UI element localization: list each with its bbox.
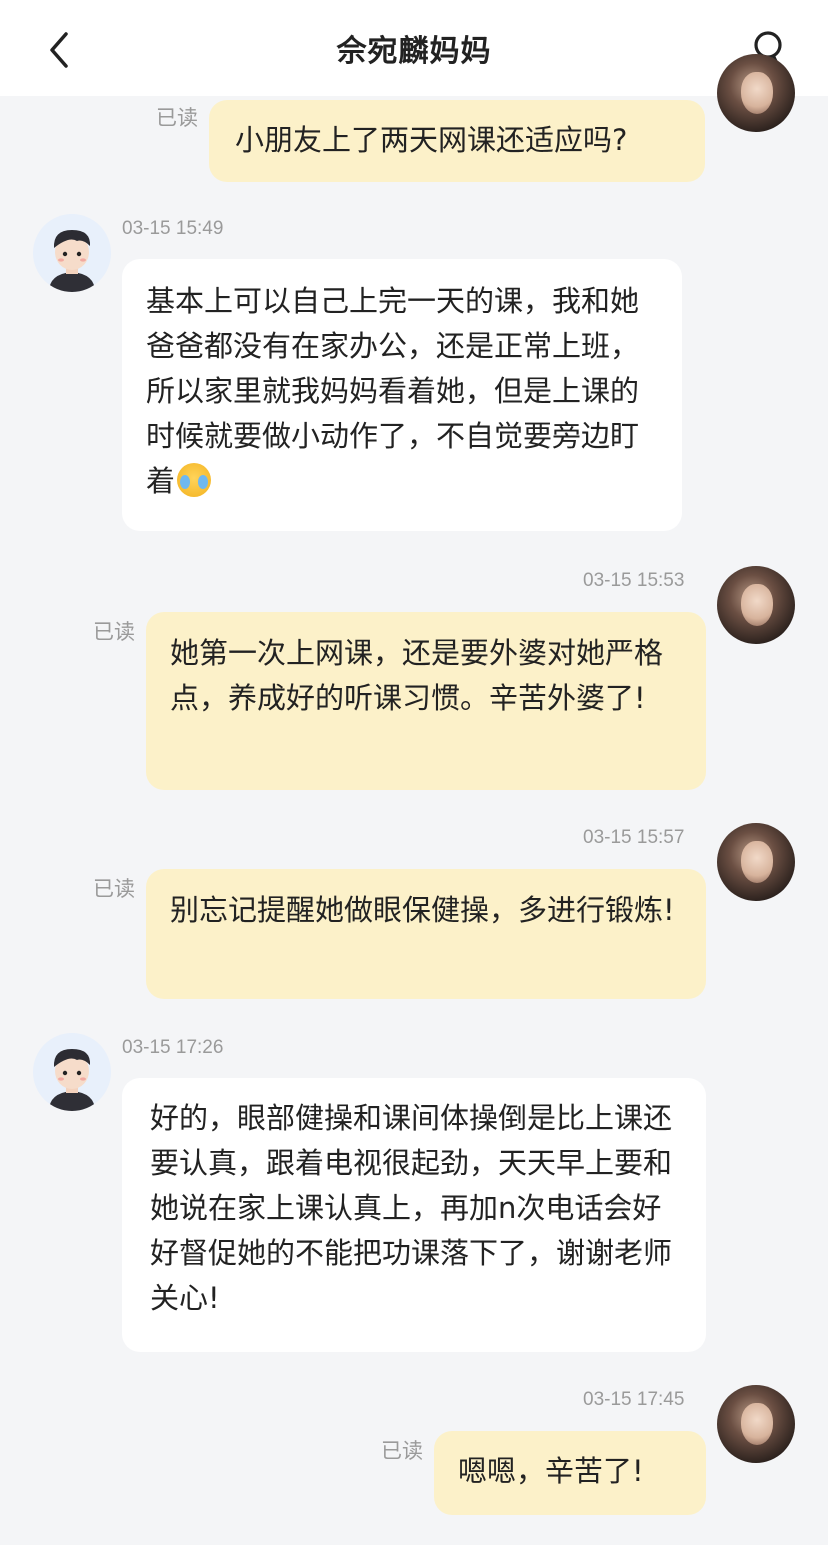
teacher-avatar[interactable] <box>717 1385 795 1463</box>
chat-title: 佘宛麟妈妈 <box>336 34 492 69</box>
message-timestamp: 03-15 15:53 <box>583 570 685 591</box>
message-bubble-outgoing[interactable]: 小朋友上了两天网课还适应吗? <box>209 100 705 182</box>
message-bubble-incoming[interactable]: 基本上可以自己上完一天的课，我和她爸爸都没有在家办公，还是正常上班，所以家里就我… <box>122 259 682 531</box>
message-bubble-outgoing[interactable]: 别忘记提醒她做眼保健操，多进行锻炼! <box>146 869 706 999</box>
message-text: 嗯嗯，辛苦了! <box>458 1454 644 1488</box>
chat-header: 佘宛麟妈妈 <box>0 0 828 96</box>
crying-laughing-emoji-icon <box>177 463 212 497</box>
read-receipt: 已读 <box>93 620 135 644</box>
message-bubble-incoming[interactable]: 好的，眼部健操和课间体操倒是比上课还要认真，跟着电视很起劲，天天早上要和她说在家… <box>122 1078 706 1352</box>
boy-avatar-icon <box>49 1049 95 1111</box>
message-text: 好的，眼部健操和课间体操倒是比上课还要认真，跟着电视很起劲，天天早上要和她说在家… <box>150 1101 673 1315</box>
message-text: 她第一次上网课，还是要外婆对她严格点，养成好的听课习惯。辛苦外婆了! <box>170 636 664 715</box>
message-text: 别忘记提醒她做眼保健操，多进行锻炼! <box>170 893 675 927</box>
teacher-avatar[interactable] <box>717 823 795 901</box>
message-bubble-outgoing[interactable]: 嗯嗯，辛苦了! <box>434 1431 706 1515</box>
teacher-avatar[interactable] <box>717 54 795 132</box>
boy-avatar-icon <box>49 230 95 292</box>
parent-avatar[interactable] <box>33 214 111 292</box>
message-text: 小朋友上了两天网课还适应吗? <box>235 123 628 157</box>
back-button[interactable] <box>40 28 80 72</box>
message-text: 基本上可以自己上完一天的课，我和她爸爸都没有在家办公，还是正常上班，所以家里就我… <box>146 284 640 498</box>
read-receipt: 已读 <box>381 1439 423 1463</box>
message-timestamp: 03-15 15:57 <box>583 827 685 848</box>
read-receipt: 已读 <box>93 877 135 901</box>
message-bubble-outgoing[interactable]: 她第一次上网课，还是要外婆对她严格点，养成好的听课习惯。辛苦外婆了! <box>146 612 706 790</box>
teacher-avatar[interactable] <box>717 566 795 644</box>
parent-avatar[interactable] <box>33 1033 111 1111</box>
message-timestamp: 03-15 17:45 <box>583 1389 685 1410</box>
chevron-left-icon <box>50 32 68 68</box>
message-timestamp: 03-15 17:26 <box>122 1037 224 1058</box>
read-receipt: 已读 <box>156 106 198 130</box>
chat-message-list[interactable]: 已读 小朋友上了两天网课还适应吗? 03-15 15:49 基本上可以自己上完一… <box>0 54 828 1545</box>
message-timestamp: 03-15 15:49 <box>122 218 224 239</box>
